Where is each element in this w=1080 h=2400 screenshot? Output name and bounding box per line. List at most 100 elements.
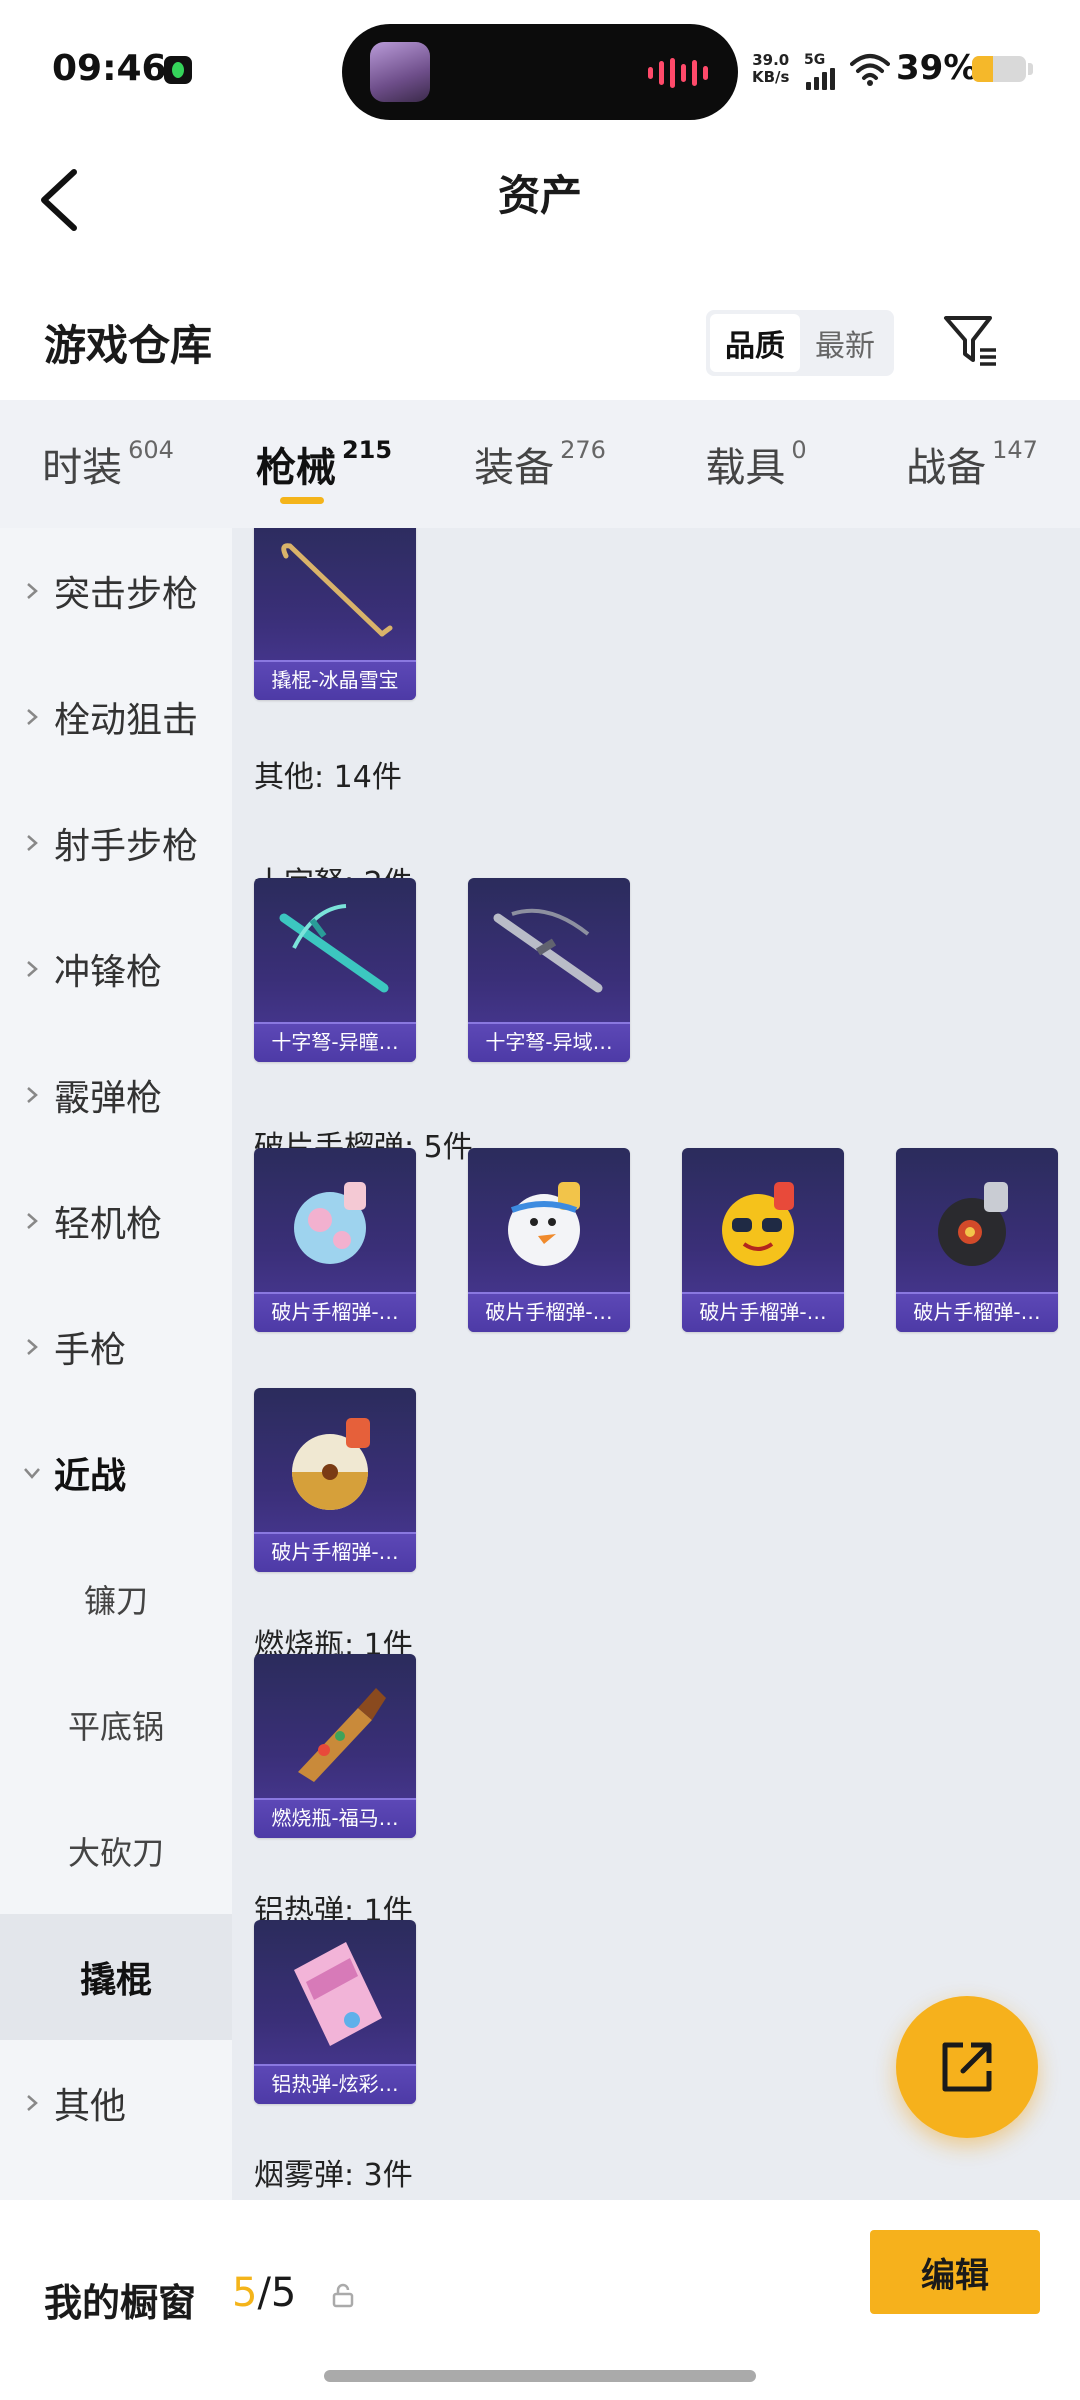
showcase-label: 我的橱窗 [44,2281,197,2325]
share-out-icon [942,2042,992,2092]
media-thumbnail [370,42,430,102]
item-card-crossbow[interactable]: 十字弩-异瞳… [254,878,416,1062]
crossbow-art-icon [493,908,603,993]
edit-button[interactable]: 编辑 [870,2230,1040,2314]
item-name: 撬棍-冰晶雪宝 [254,660,416,700]
sort-newest-button[interactable]: 最新 [800,314,890,372]
active-tab-indicator [280,497,324,504]
chevron-down-icon [24,1468,40,1479]
tab-label: 载具 [705,445,786,491]
item-card-crossbow[interactable]: 十字弩-异域… [468,878,630,1062]
sort-quality-button[interactable]: 品质 [710,314,800,372]
item-name: 十字弩-异瞳… [254,1022,416,1062]
group-label-smoke: 烟雾弹: 3件 [254,2158,413,2193]
sidebar-item-bolt-sniper[interactable]: 栓动狙击 [0,654,232,780]
sidebar-subitem-machete[interactable]: 大砍刀 [0,1788,232,1914]
chevron-right-icon [27,1213,38,1229]
item-card-frag-grenade[interactable]: 破片手榴弹-… [896,1148,1058,1332]
item-card-crowbar[interactable]: 撬棍-冰晶雪宝 [254,528,416,700]
grenade-art-icon [292,1418,370,1510]
sidebar-item-label: 突击步枪 [54,574,199,615]
sidebar-item-lmg[interactable]: 轻机枪 [0,1158,232,1284]
sidebar-item-label: 霰弹枪 [54,1078,163,1119]
item-name: 破片手榴弹-… [254,1532,416,1572]
sort-toggle: 品质 最新 [706,310,894,376]
crossbow-art-icon [279,904,389,993]
grenade-art-icon [722,1182,794,1266]
category-sidebar: 突击步枪 栓动狙击 射手步枪 冲锋枪 霰弹枪 轻机枪 手枪 近战 镰刀 平底锅 … [0,528,232,2200]
tab-vehicles[interactable]: 载具 0 [648,400,864,528]
tab-label: 时装 [42,445,123,491]
status-bar: 09:46 39.0 KB/s 5G 39% [0,0,1080,140]
item-grid: 撬棍-冰晶雪宝 其他: 14件 十字弩: 2件 十字弩-异瞳… 十字弩-异域… … [232,528,1080,2200]
sidebar-item-label: 栓动狙击 [54,700,199,741]
sidebar-subitem-crowbar[interactable]: 撬棍 [0,1914,232,2040]
home-indicator[interactable] [324,2370,756,2382]
sidebar-item-assault-rifle[interactable]: 突击步枪 [0,528,232,654]
sidebar-subitem-sickle[interactable]: 镰刀 [0,1536,232,1662]
item-card-frag-grenade[interactable]: 破片手榴弹-… [468,1148,630,1332]
chevron-right-icon [27,1339,38,1355]
chevron-right-icon [27,1087,38,1103]
sidebar-subitem-frying-pan[interactable]: 平底锅 [0,1662,232,1788]
dynamic-island[interactable] [342,24,738,120]
item-name: 破片手榴弹-… [468,1292,630,1332]
tab-label: 装备 [474,445,555,491]
tab-supplies[interactable]: 战备 147 [864,400,1080,528]
category-tabs: 时装 604 枪械 215 装备 276 载具 0 战备 147 [0,400,1080,528]
sidebar-item-shotgun[interactable]: 霰弹枪 [0,1032,232,1158]
tab-label: 战备 [906,445,987,491]
status-time: 09:46 [52,48,167,89]
warehouse-title: 游戏仓库 [44,321,213,370]
crowbar-art-icon [281,543,393,637]
grenade-art-icon [938,1182,1008,1266]
sidebar-item-smg[interactable]: 冲锋枪 [0,906,232,1032]
item-name: 燃烧瓶-福马… [254,1798,416,1838]
item-card-frag-grenade[interactable]: 破片手榴弹-… [254,1388,416,1572]
tab-label: 枪械 [255,445,336,491]
filter-icon[interactable] [940,310,1000,370]
battery-level [972,56,994,82]
net-speed: 39.0 KB/s [752,51,790,86]
tab-firearms[interactable]: 枪械 215 [216,400,432,528]
showcase-count-total: /5 [257,2270,297,2316]
page-title: 资产 [497,171,582,220]
molotov-art-icon [298,1688,386,1782]
sidebar-item-label: 轻机枪 [54,1204,163,1245]
warehouse-header: 游戏仓库 品质 最新 [0,290,1080,400]
grenade-art-icon [294,1182,366,1264]
sidebar-item-label: 冲锋枪 [54,952,163,993]
showcase-count: 5/5 [232,2270,296,2316]
audio-wave-icon [648,58,708,88]
chevron-right-icon [27,835,38,851]
sidebar-item-other[interactable]: 其他 [0,2040,232,2166]
item-name: 十字弩-异域… [468,1022,630,1062]
share-fab-button[interactable] [896,1996,1038,2138]
showcase-count-current: 5 [232,2270,258,2316]
tab-count: 147 [992,436,1038,464]
sidebar-item-label: 镰刀 [83,1582,148,1620]
item-card-frag-grenade[interactable]: 破片手榴弹-… [682,1148,844,1332]
group-label-other: 其他: 14件 [254,760,402,795]
item-name: 破片手榴弹-… [682,1292,844,1332]
lock-icon [332,2283,354,2308]
signal-icon [806,68,835,90]
item-card-molotov[interactable]: 燃烧瓶-福马… [254,1654,416,1838]
item-card-frag-grenade[interactable]: 破片手榴弹-… [254,1148,416,1332]
sidebar-item-melee[interactable]: 近战 [0,1410,232,1536]
tab-fashion[interactable]: 时装 604 [0,400,216,528]
network-type: 5G [804,52,826,68]
app-notification-icon [164,56,192,84]
wifi-icon [850,54,890,86]
chevron-right-icon [27,583,38,599]
battery-cap [1028,63,1033,75]
item-card-thermite[interactable]: 铝热弹-炫彩… [254,1920,416,2104]
tab-count: 0 [791,436,807,464]
item-name: 破片手榴弹-… [254,1292,416,1332]
sidebar-item-label: 近战 [54,1456,127,1497]
tab-equipment[interactable]: 装备 276 [432,400,648,528]
sidebar-item-marksman-rifle[interactable]: 射手步枪 [0,780,232,906]
header: 资产 [0,140,1080,270]
tab-count: 276 [560,436,606,464]
sidebar-item-pistol[interactable]: 手枪 [0,1284,232,1410]
